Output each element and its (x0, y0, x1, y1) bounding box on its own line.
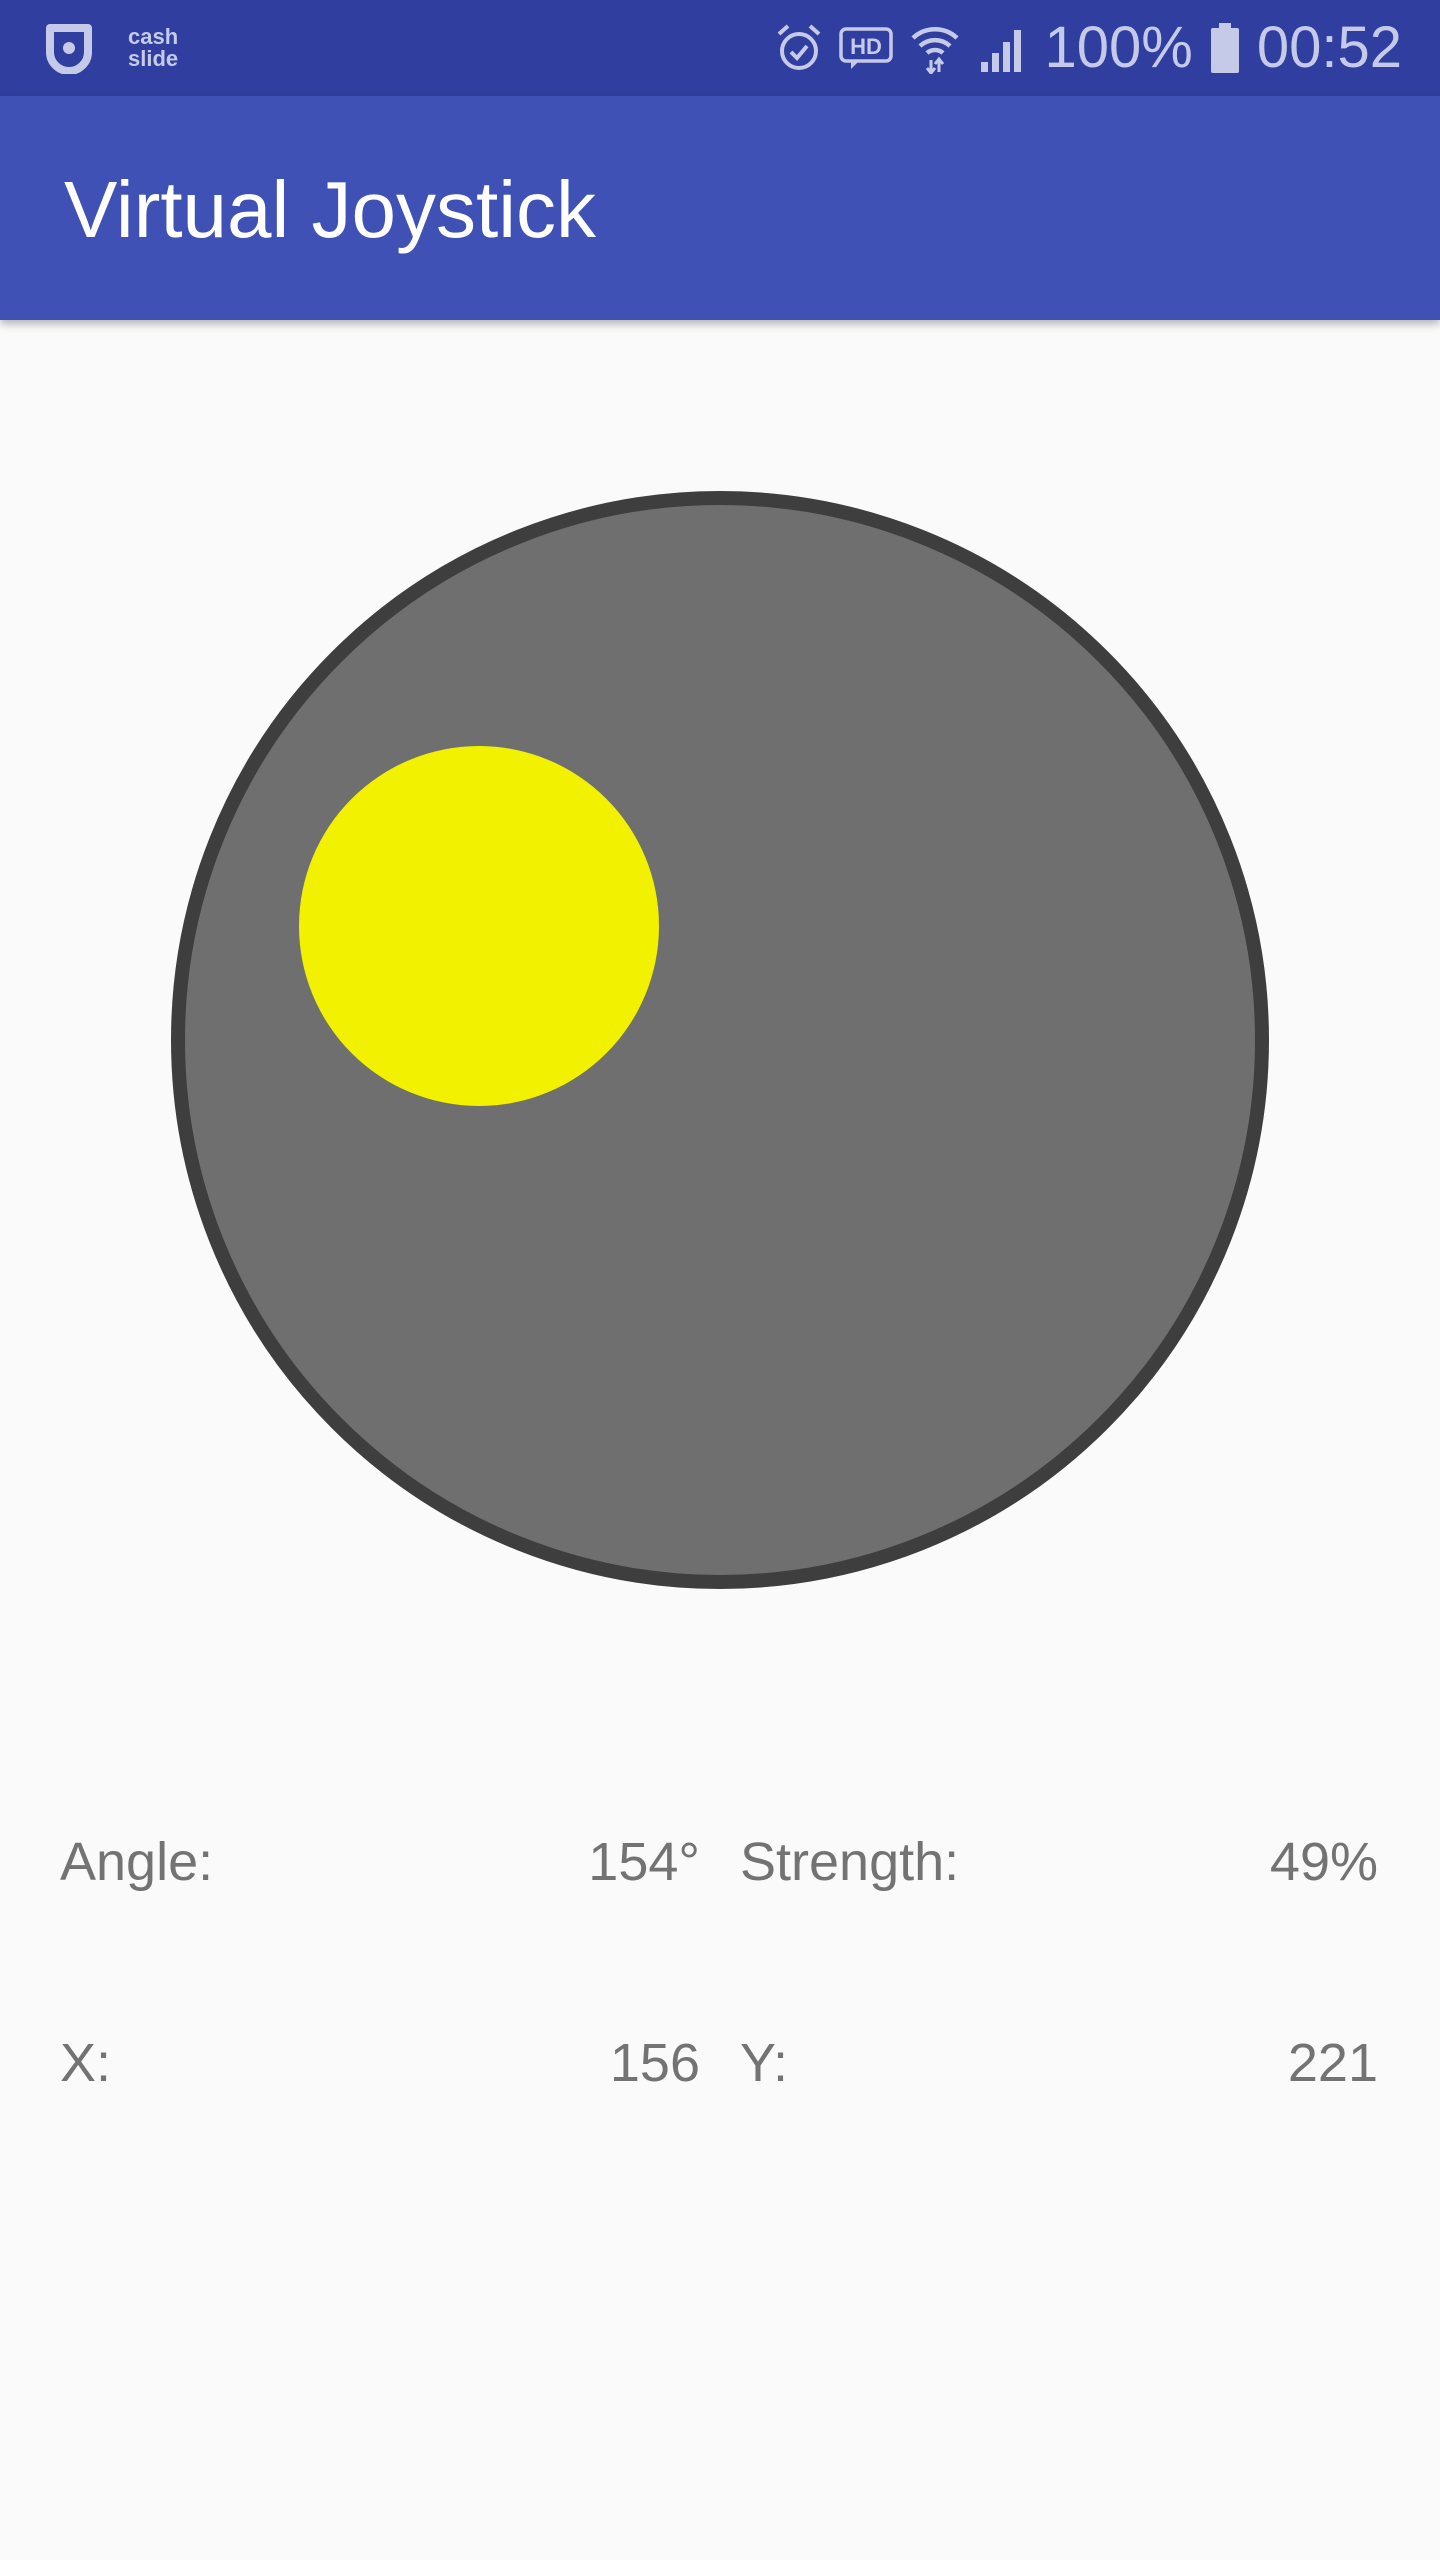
joystick[interactable] (170, 490, 1270, 1590)
y-value: 221 (1287, 2033, 1378, 2093)
status-notifications: cash slide (44, 22, 188, 74)
y-label: Y: (740, 2033, 789, 2093)
svg-text:HD: HD (850, 34, 882, 59)
battery-icon (1210, 23, 1239, 73)
signal-icon (980, 30, 1021, 72)
wifi-icon (910, 27, 959, 74)
joystick-knob[interactable] (299, 746, 659, 1106)
status-bar: cash slide HD 100% 00:52 (0, 0, 1440, 96)
battery-percent: 100% (1044, 15, 1193, 80)
strength-label: Strength: (740, 1832, 960, 1892)
clock: 00:52 (1256, 15, 1402, 80)
angle-value: 154° (588, 1832, 700, 1892)
cashslide-label: cash slide (128, 24, 179, 71)
strength-value: 49% (1269, 1832, 1378, 1892)
x-label: X: (60, 2033, 112, 2093)
angle-label: Angle: (60, 1832, 214, 1892)
alarm-icon (777, 24, 820, 70)
page-title: Virtual Joystick (64, 165, 597, 254)
x-value: 156 (609, 2033, 700, 2093)
cashslide-icon (46, 24, 92, 74)
status-icons: HD 100% 00:52 (775, 15, 1402, 80)
hd-icon: HD (838, 27, 893, 69)
